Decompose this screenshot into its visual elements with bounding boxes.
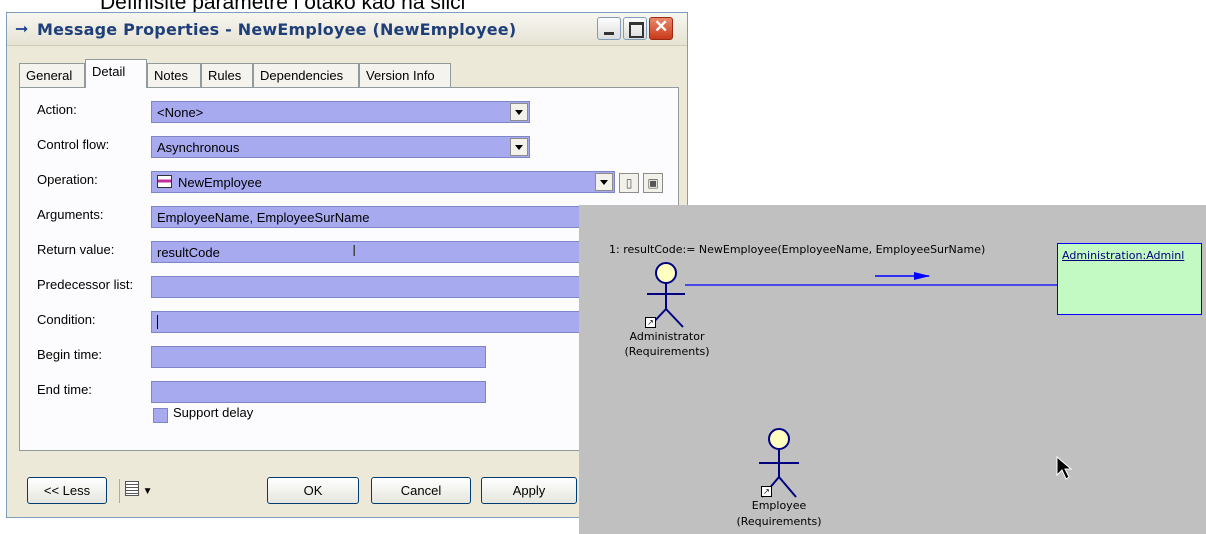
window-title: Message Properties - NewEmployee (NewEmp… — [37, 20, 517, 39]
return-value-label: Return value: — [37, 242, 115, 257]
chevron-down-icon[interactable] — [510, 138, 528, 156]
list-icon — [125, 481, 139, 496]
mouse-pointer-icon — [1056, 455, 1073, 480]
end-time-input[interactable] — [151, 381, 486, 403]
chevron-down-icon[interactable] — [595, 173, 613, 191]
employee-name: Employee — [751, 499, 807, 512]
close-button[interactable] — [649, 17, 673, 40]
administrator-package: (Requirements) — [624, 345, 710, 358]
chevron-down-icon[interactable] — [510, 103, 528, 121]
predecessor-list-label: Predecessor list: — [37, 277, 134, 292]
diagram-canvas[interactable]: 1: resultCode:= NewEmployee(EmployeeName… — [579, 205, 1206, 534]
properties-icon[interactable]: ▣ — [643, 173, 663, 193]
text-cursor-icon: I — [352, 243, 357, 260]
operation-combo[interactable]: NewEmployee — [151, 171, 615, 193]
create-icon[interactable]: ▯ — [619, 173, 639, 193]
list-menu-button[interactable]: ▼ — [125, 477, 165, 504]
begin-time-input[interactable] — [151, 346, 486, 368]
maximize-button[interactable] — [623, 17, 647, 40]
less-button[interactable]: << Less — [27, 477, 107, 504]
arguments-label: Arguments: — [37, 207, 104, 222]
tab-version-info[interactable]: Version Info — [359, 63, 451, 87]
tab-detail[interactable]: Detail — [85, 59, 147, 88]
shortcut-icon: ↗ — [645, 317, 656, 328]
return-value-text: resultCode — [157, 245, 220, 260]
shortcut-icon: ↗ — [761, 486, 772, 497]
tab-rules[interactable]: Rules — [201, 63, 253, 87]
object-name: Administration:Adminl — [1062, 249, 1185, 262]
begin-time-label: Begin time: — [37, 347, 103, 362]
caret — [157, 315, 158, 329]
operation-icon — [157, 175, 172, 188]
control-flow-combo[interactable]: Asynchronous — [151, 136, 530, 158]
end-time-label: End time: — [37, 382, 92, 397]
ok-button[interactable]: OK — [267, 477, 359, 504]
control-flow-label: Control flow: — [37, 137, 110, 152]
control-flow-value: Asynchronous — [157, 140, 240, 155]
action-value: <None> — [157, 105, 204, 120]
tab-general[interactable]: General — [19, 63, 85, 87]
separator — [119, 479, 120, 503]
apply-button[interactable]: Apply — [481, 477, 577, 504]
action-combo[interactable]: <None> — [151, 101, 530, 123]
employee-package: (Requirements) — [736, 515, 822, 528]
minimize-button[interactable] — [597, 17, 621, 40]
cancel-button[interactable]: Cancel — [371, 477, 471, 504]
chevron-down-icon: ▼ — [142, 486, 153, 497]
condition-label: Condition: — [37, 312, 96, 327]
operation-value: NewEmployee — [178, 175, 262, 190]
administration-object[interactable]: Administration:Adminl — [1057, 243, 1202, 315]
administrator-name: Administrator — [629, 330, 705, 343]
operation-label: Operation: — [37, 172, 98, 187]
support-delay-label: Support delay — [173, 405, 254, 420]
tab-dependencies[interactable]: Dependencies — [253, 63, 359, 87]
tab-notes[interactable]: Notes — [147, 63, 201, 87]
arrow-right-icon: ➞ — [15, 21, 29, 38]
support-delay-checkbox[interactable] — [153, 408, 168, 423]
title-bar[interactable]: ➞ Message Properties - NewEmployee (NewE… — [7, 13, 687, 46]
action-label: Action: — [37, 102, 77, 117]
